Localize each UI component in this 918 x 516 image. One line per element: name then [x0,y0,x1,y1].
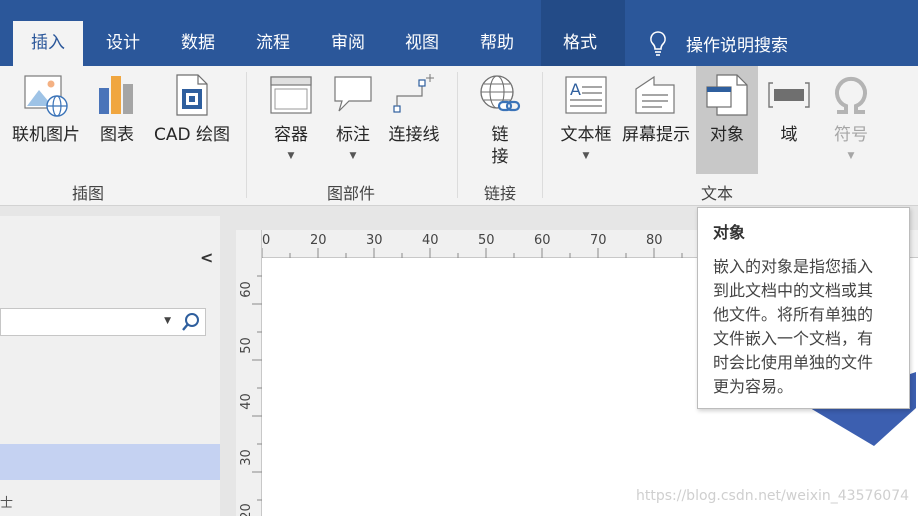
ruler-label: 50 [478,233,495,248]
shapes-pane: < ▼ 士 [0,216,220,516]
callout-icon [334,76,372,112]
svg-text:A: A [570,80,581,99]
object-tooltip: 对象 嵌入的对象是指您插入 到此文档中的文档或其 他文件。将所有单独的 文件嵌入… [697,207,910,409]
text-box-button[interactable]: A 文本框 ▼ [556,66,616,162]
chevron-down-icon[interactable]: ▼ [164,316,171,326]
symbol-button[interactable]: 符号 ▼ [822,66,880,162]
tooltip-line: 嵌入的对象是指您插入 [713,257,874,276]
tooltip-line: 文件嵌入一个文档，有 [713,329,874,348]
tab-insert[interactable]: 插入 [13,21,83,67]
connector-label: 连接线 [388,125,440,145]
object-button[interactable]: 对象 [696,66,758,174]
text-box-label: 文本框 [560,125,612,145]
tell-me-search[interactable]: 操作说明搜索 [648,28,788,58]
screentip-label: 屏幕提示 [622,125,690,145]
omega-symbol-icon [835,77,867,114]
chart-icon [99,76,133,114]
cad-drawing-button[interactable]: CAD 绘图 [150,66,234,146]
screentip-button[interactable]: 屏幕提示 [618,66,694,146]
chart-label: 图表 [100,125,134,145]
cad-drawing-label: CAD 绘图 [154,125,230,145]
online-pictures-button[interactable]: 联机图片 [6,66,86,146]
search-icon[interactable] [181,312,201,336]
ruler-label: 50 [238,337,254,354]
chart-button[interactable]: 图表 [94,66,140,146]
symbol-label: 符号 [834,125,868,145]
hyperlink-icon [480,75,521,112]
group-label-links: 链接 [483,184,516,203]
ruler-label: 60 [238,281,254,298]
chevron-down-icon: ▼ [349,151,357,161]
tooltip-line: 他文件。将所有单独的 [713,305,874,324]
field-button[interactable]: 域 [764,66,814,146]
object-label: 对象 [710,125,744,145]
tooltip-line: 时会比使用单独的文件 [713,353,874,372]
tell-me-label: 操作说明搜索 [686,35,788,56]
ruler-ticks [252,275,262,501]
chevron-down-icon: ▼ [582,151,590,161]
group-divider [457,72,458,198]
stencil-item-selected[interactable] [0,444,220,480]
contextual-tab-group-caption: — — — — [548,0,617,7]
ribbon-tab-bar: — — — — — — 插入 设计 数据 流程 审阅 视图 帮助 格式 操作说明… [0,0,918,67]
online-pictures-label: 联机图片 [12,125,80,145]
connector-icon [393,74,434,113]
vertical-ruler: 60 50 40 30 20 [236,230,262,516]
stencil-item-label[interactable]: 士 [0,492,13,511]
tab-format[interactable]: 格式 [563,30,597,56]
tab-review[interactable]: 审阅 [331,30,365,56]
group-label-illustrations: 插图 [71,184,104,203]
tooltip-line: 到此文档中的文档或其 [713,281,874,300]
connector-button[interactable]: 连接线 [384,66,444,146]
group-divider [246,72,247,198]
ruler-label: 70 [590,233,607,248]
callout-button[interactable]: 标注 ▼ [326,66,380,162]
container-label: 容器 [274,125,308,145]
ruler-label: 80 [646,233,663,248]
ruler-label: 20 [238,503,254,516]
field-icon [768,82,810,108]
callout-label: 标注 [336,125,370,145]
link-label-line2: 接 [491,147,509,167]
ruler-label: 0 [262,233,271,248]
field-label: 域 [780,125,798,145]
group-label-text: 文本 [700,184,733,203]
tab-view[interactable]: 视图 [405,30,439,56]
ruler-label: 30 [238,449,254,466]
group-divider [542,72,543,198]
watermark: https://blog.csdn.net/weixin_43576074 [636,488,910,504]
object-icon [706,74,748,116]
container-icon [270,76,312,114]
text-box-icon: A [565,76,607,114]
group-label-diagram-parts: 图部件 [326,184,375,203]
chevron-down-icon: ▼ [287,151,295,161]
online-pictures-icon [24,75,68,117]
shape-search-box[interactable]: ▼ [0,308,206,336]
ruler-label: 20 [310,233,327,248]
chevron-down-icon: ▼ [847,151,855,161]
ruler-label: 40 [422,233,439,248]
screentip-icon [635,75,675,114]
ruler-label: 60 [534,233,551,248]
tooltip-line: 更为容易。 [713,377,794,396]
ruler-label: 30 [366,233,383,248]
tooltip-title: 对象 [713,223,746,242]
tab-help[interactable]: 帮助 [480,30,514,56]
link-label-line1: 链 [491,125,509,145]
lightbulb-icon [650,31,666,56]
chevron-left-icon[interactable]: < [200,248,213,267]
tab-data[interactable]: 数据 [181,30,215,56]
tab-design[interactable]: 设计 [106,30,140,56]
tab-process[interactable]: 流程 [256,30,290,56]
window-title-fragment: — — [693,0,725,7]
tooltip-body: 嵌入的对象是指您插入 到此文档中的文档或其 他文件。将所有单独的 文件嵌入一个文… [713,255,895,399]
ruler-label: 40 [238,393,254,410]
ribbon-insert-panel: 联机图片 图表 CAD 绘图 插图 容器 ▼ 标注 ▼ 连接线 图部件 链 接 … [0,66,918,206]
link-button[interactable]: 链 接 [474,66,526,168]
cad-drawing-icon [176,74,208,116]
container-button[interactable]: 容器 ▼ [264,66,318,162]
